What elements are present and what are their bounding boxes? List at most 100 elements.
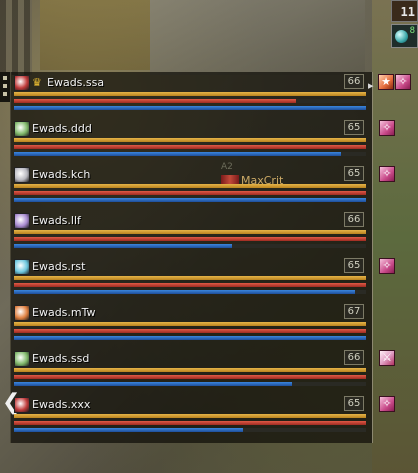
- buff-glyph: ✧: [382, 397, 392, 410]
- buff-glyph: ✧: [382, 121, 392, 134]
- member-status-bars: [14, 276, 366, 302]
- buff-glyph: ★: [381, 75, 391, 88]
- member-level-badge: 65: [344, 396, 364, 411]
- pink-buff-icon[interactable]: ✧: [379, 120, 395, 136]
- buff-glyph: ✧: [382, 259, 392, 272]
- hp-bar: [14, 145, 366, 149]
- member-level-badge: 66: [344, 212, 364, 227]
- party-member-row[interactable]: Ewads.kch 65: [12, 166, 368, 212]
- target-count-value: 11: [400, 5, 415, 19]
- cp-bar-fill: [14, 92, 366, 96]
- hp-bar-fill: [14, 237, 366, 241]
- hp-bar-fill: [14, 329, 366, 333]
- hp-bar-fill: [14, 145, 366, 149]
- cp-bar-fill: [14, 230, 366, 234]
- mp-bar-fill: [14, 106, 366, 110]
- member-name: Ewads.rst: [32, 260, 86, 273]
- target-count-widget[interactable]: 11: [391, 0, 418, 22]
- cp-bar-fill: [14, 414, 366, 418]
- party-leader-crown-icon: ♛: [32, 76, 42, 89]
- buff-glyph: ✧: [382, 167, 392, 180]
- member-name: Ewads.kch: [32, 168, 91, 181]
- party-member-row[interactable]: Ewads.ssd 66: [12, 350, 368, 396]
- party-member-row[interactable]: Ewads.rst 65: [12, 258, 368, 304]
- member-level-badge: 65: [344, 258, 364, 273]
- member-status-bars: [14, 414, 366, 440]
- orb-value: 8: [409, 26, 415, 36]
- pink-buff-icon[interactable]: ✧: [379, 166, 395, 182]
- member-level-badge: 65: [344, 120, 364, 135]
- member-name: Ewads.ddd: [32, 122, 92, 135]
- hp-bar-fill: [14, 283, 366, 287]
- panel-grip[interactable]: [0, 72, 10, 102]
- member-name: Ewads.xxx: [32, 398, 91, 411]
- mp-bar-fill: [14, 290, 356, 294]
- class-avatar-icon: [14, 351, 30, 367]
- cp-bar: [14, 322, 366, 326]
- party-member-row[interactable]: Ewads.xxx 65: [12, 396, 368, 442]
- member-status-bars: [14, 230, 366, 256]
- pink-buff-icon[interactable]: ✧: [395, 74, 411, 90]
- hp-bar-fill: [14, 191, 366, 195]
- hp-bar-fill: [14, 375, 366, 379]
- mp-bar: [14, 198, 366, 202]
- member-level-badge: 67: [344, 304, 364, 319]
- class-avatar-icon: [14, 167, 30, 183]
- buff-glyph: ✧: [398, 75, 408, 88]
- cp-bar: [14, 276, 366, 280]
- class-avatar-icon: [14, 75, 30, 91]
- member-level-badge: 66: [344, 74, 364, 89]
- member-status-bars: [14, 368, 366, 394]
- orb-widget[interactable]: 8: [391, 24, 418, 48]
- cp-bar: [14, 414, 366, 418]
- cp-bar: [14, 92, 366, 96]
- buff-glyph: ⚔: [382, 351, 392, 364]
- cp-bar-fill: [14, 276, 366, 280]
- member-name: Ewads.llf: [32, 214, 81, 227]
- grip-dot: [3, 92, 7, 96]
- hp-bar: [14, 99, 366, 103]
- cp-bar: [14, 184, 366, 188]
- class-avatar-icon: [14, 121, 30, 137]
- hp-bar-fill: [14, 421, 366, 425]
- hp-bar: [14, 329, 366, 333]
- mp-bar: [14, 106, 366, 110]
- member-level-badge: 66: [344, 350, 364, 365]
- grip-dot: [3, 84, 7, 88]
- background-statue: [40, 0, 150, 70]
- cp-bar: [14, 368, 366, 372]
- sword-buff-icon[interactable]: ⚔: [379, 350, 395, 366]
- mp-bar-fill: [14, 336, 366, 340]
- background-arch: [0, 0, 32, 75]
- mp-bar-fill: [14, 152, 342, 156]
- class-avatar-icon: [14, 397, 30, 413]
- member-status-bars: [14, 92, 366, 118]
- pink-buff-icon[interactable]: ✧: [379, 258, 395, 274]
- grip-dot: [3, 76, 7, 80]
- pink-buff-icon[interactable]: ✧: [379, 396, 395, 412]
- cp-bar-fill: [14, 138, 366, 142]
- selected-member-caret-icon: ▸: [368, 79, 374, 92]
- cp-bar-fill: [14, 322, 366, 326]
- mp-bar: [14, 382, 366, 386]
- member-name: Ewads.mTw: [32, 306, 96, 319]
- cp-bar-fill: [14, 184, 366, 188]
- class-avatar-icon: [14, 305, 30, 321]
- hp-bar-fill: [14, 99, 296, 103]
- cp-bar: [14, 138, 366, 142]
- mp-bar-fill: [14, 198, 366, 202]
- member-status-bars: [14, 184, 366, 210]
- party-member-row[interactable]: Ewads.llf 66: [12, 212, 368, 258]
- background-wall: [150, 0, 365, 75]
- mp-bar: [14, 152, 366, 156]
- red-fire-buff-icon[interactable]: ★: [378, 74, 394, 90]
- class-avatar-icon: [14, 259, 30, 275]
- party-member-row[interactable]: ♛ Ewads.ssa 66: [12, 74, 368, 120]
- party-member-row[interactable]: Ewads.mTw 67: [12, 304, 368, 350]
- member-name: Ewads.ssd: [32, 352, 90, 365]
- mp-bar-fill: [14, 428, 243, 432]
- member-status-bars: [14, 138, 366, 164]
- hp-bar: [14, 283, 366, 287]
- cp-bar-fill: [14, 368, 366, 372]
- party-member-row[interactable]: Ewads.ddd 65: [12, 120, 368, 166]
